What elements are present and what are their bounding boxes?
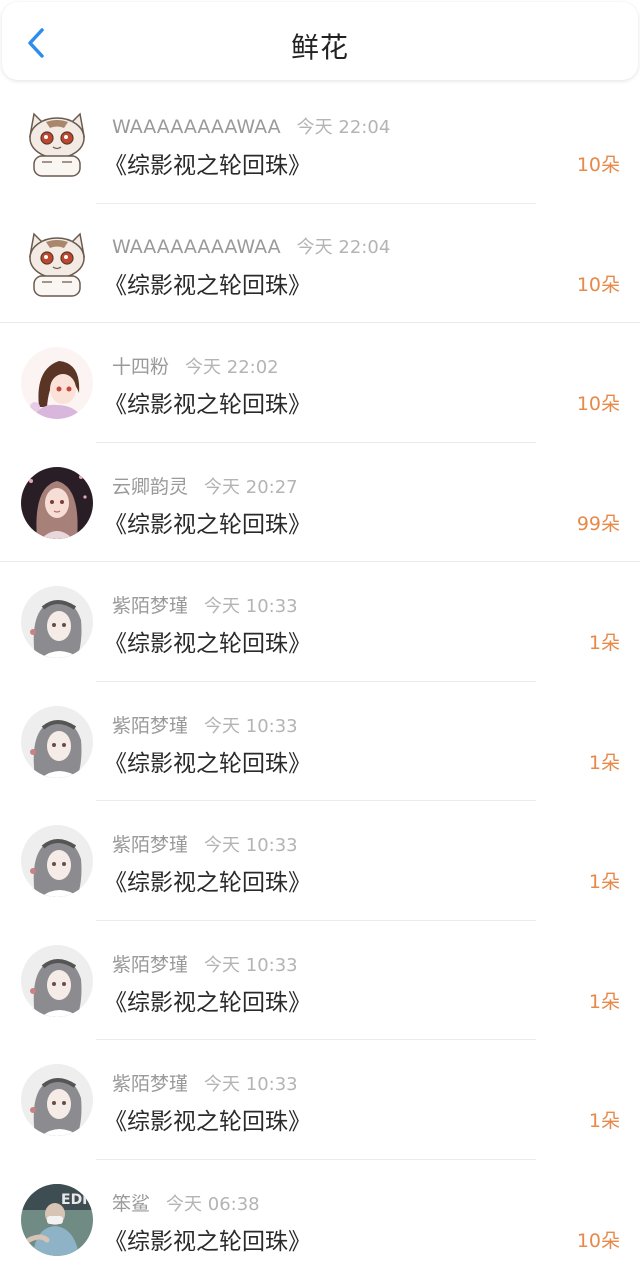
list-item[interactable]: 紫陌梦瑾今天 10:33 《综影视之轮回珠》 1朵 <box>0 682 640 802</box>
svg-text:EDI: EDI <box>61 1192 87 1208</box>
book-title[interactable]: 《综影视之轮回珠》 <box>104 744 311 778</box>
book-title[interactable]: 《综影视之轮回珠》 <box>104 146 311 180</box>
anime-girl-avatar-icon[interactable] <box>21 945 93 1017</box>
book-title[interactable]: 《综影视之轮回珠》 <box>104 863 311 897</box>
sender-name[interactable]: 十四粉 <box>112 356 169 378</box>
book-title[interactable]: 《综影视之轮回珠》 <box>104 266 311 300</box>
sender-name[interactable]: WAAAAAAAAWAA <box>112 116 281 138</box>
timestamp: 今天 22:04 <box>297 117 391 138</box>
sender-name[interactable]: 笨鲨 <box>112 1193 150 1215</box>
anime-girl-avatar-icon[interactable] <box>21 586 93 658</box>
cat-avatar-icon[interactable] <box>20 226 94 300</box>
sender-name[interactable]: WAAAAAAAAWAA <box>112 236 281 258</box>
photo-avatar-icon[interactable]: EDI <box>21 1184 93 1256</box>
flower-amount: 1朵 <box>589 867 620 894</box>
sender-name[interactable]: 紫陌梦瑾 <box>112 595 188 617</box>
sender-name-row: 紫陌梦瑾今天 10:33 <box>112 591 298 618</box>
list-item[interactable]: EDI 笨鲨今天 06:38 《综影视之轮回珠》 10朵 <box>0 1160 640 1279</box>
anime-girl-avatar-icon[interactable] <box>21 467 93 539</box>
timestamp: 今天 10:33 <box>204 955 298 976</box>
book-title[interactable]: 《综影视之轮回珠》 <box>104 624 311 658</box>
timestamp: 今天 20:27 <box>204 477 298 498</box>
flower-amount: 1朵 <box>589 1106 620 1133</box>
anime-girl-avatar-icon[interactable] <box>21 1064 93 1136</box>
page-title: 鲜花 <box>2 26 638 66</box>
flower-amount: 10朵 <box>577 270 620 297</box>
cat-avatar-icon[interactable] <box>20 106 94 180</box>
list-item[interactable]: 紫陌梦瑾今天 10:33 《综影视之轮回珠》 1朵 <box>0 1040 640 1160</box>
timestamp: 今天 10:33 <box>204 1074 298 1095</box>
timestamp: 今天 10:33 <box>204 835 298 856</box>
timestamp: 今天 10:33 <box>204 596 298 617</box>
sender-name-row: 笨鲨今天 06:38 <box>112 1189 260 1216</box>
sender-name-row: 紫陌梦瑾今天 10:33 <box>112 830 298 857</box>
book-title[interactable]: 《综影视之轮回珠》 <box>104 983 311 1017</box>
sender-name[interactable]: 紫陌梦瑾 <box>112 954 188 976</box>
sender-name-row: 紫陌梦瑾今天 10:33 <box>112 711 298 738</box>
list-item[interactable]: 云卿韵灵今天 20:27 《综影视之轮回珠》 99朵 <box>0 443 640 563</box>
list-item[interactable]: 十四粉今天 22:02 《综影视之轮回珠》 10朵 <box>0 323 640 443</box>
sender-name-row: WAAAAAAAAWAA 今天 22:04 <box>112 233 390 259</box>
sender-name[interactable]: 紫陌梦瑾 <box>112 715 188 737</box>
timestamp: 今天 22:02 <box>185 357 279 378</box>
list-item[interactable]: 紫陌梦瑾今天 10:33 《综影视之轮回珠》 1朵 <box>0 562 640 682</box>
book-title[interactable]: 《综影视之轮回珠》 <box>104 1102 311 1136</box>
flower-amount: 10朵 <box>577 389 620 416</box>
list-item[interactable]: 紫陌梦瑾今天 10:33 《综影视之轮回珠》 1朵 <box>0 801 640 921</box>
sender-name[interactable]: 云卿韵灵 <box>112 476 188 498</box>
flower-gift-list: WAAAAAAAAWAA 今天 22:04 《综影视之轮回珠》 10朵 <box>0 84 640 1279</box>
flower-amount: 99朵 <box>577 509 620 536</box>
timestamp: 今天 06:38 <box>166 1194 260 1215</box>
list-item[interactable]: WAAAAAAAAWAA 今天 22:04 《综影视之轮回珠》 10朵 <box>0 84 640 204</box>
flower-amount: 1朵 <box>589 628 620 655</box>
flower-amount: 1朵 <box>589 987 620 1014</box>
sender-name-row: 十四粉今天 22:02 <box>112 352 279 379</box>
anime-girl-avatar-icon[interactable] <box>21 706 93 778</box>
sender-name-row: 紫陌梦瑾今天 10:33 <box>112 1069 298 1096</box>
top-nav-bar: 鲜花 <box>2 2 638 80</box>
flower-amount: 10朵 <box>577 1226 620 1253</box>
flower-amount: 1朵 <box>589 748 620 775</box>
sender-name-row: 云卿韵灵今天 20:27 <box>112 472 298 499</box>
sender-name-row: WAAAAAAAAWAA 今天 22:04 <box>112 113 390 139</box>
book-title[interactable]: 《综影视之轮回珠》 <box>104 505 311 539</box>
list-item[interactable]: WAAAAAAAAWAA 今天 22:04 《综影视之轮回珠》 10朵 <box>0 204 640 324</box>
sender-name[interactable]: 紫陌梦瑾 <box>112 834 188 856</box>
timestamp: 今天 10:33 <box>204 716 298 737</box>
sender-name-row: 紫陌梦瑾今天 10:33 <box>112 950 298 977</box>
list-item[interactable]: 紫陌梦瑾今天 10:33 《综影视之轮回珠》 1朵 <box>0 921 640 1041</box>
timestamp: 今天 22:04 <box>297 237 391 258</box>
anime-girl-avatar-icon[interactable] <box>21 825 93 897</box>
book-title[interactable]: 《综影视之轮回珠》 <box>104 385 311 419</box>
flower-amount: 10朵 <box>577 150 620 177</box>
sender-name[interactable]: 紫陌梦瑾 <box>112 1073 188 1095</box>
anime-girl-avatar-icon[interactable] <box>21 347 93 419</box>
book-title[interactable]: 《综影视之轮回珠》 <box>104 1222 311 1256</box>
